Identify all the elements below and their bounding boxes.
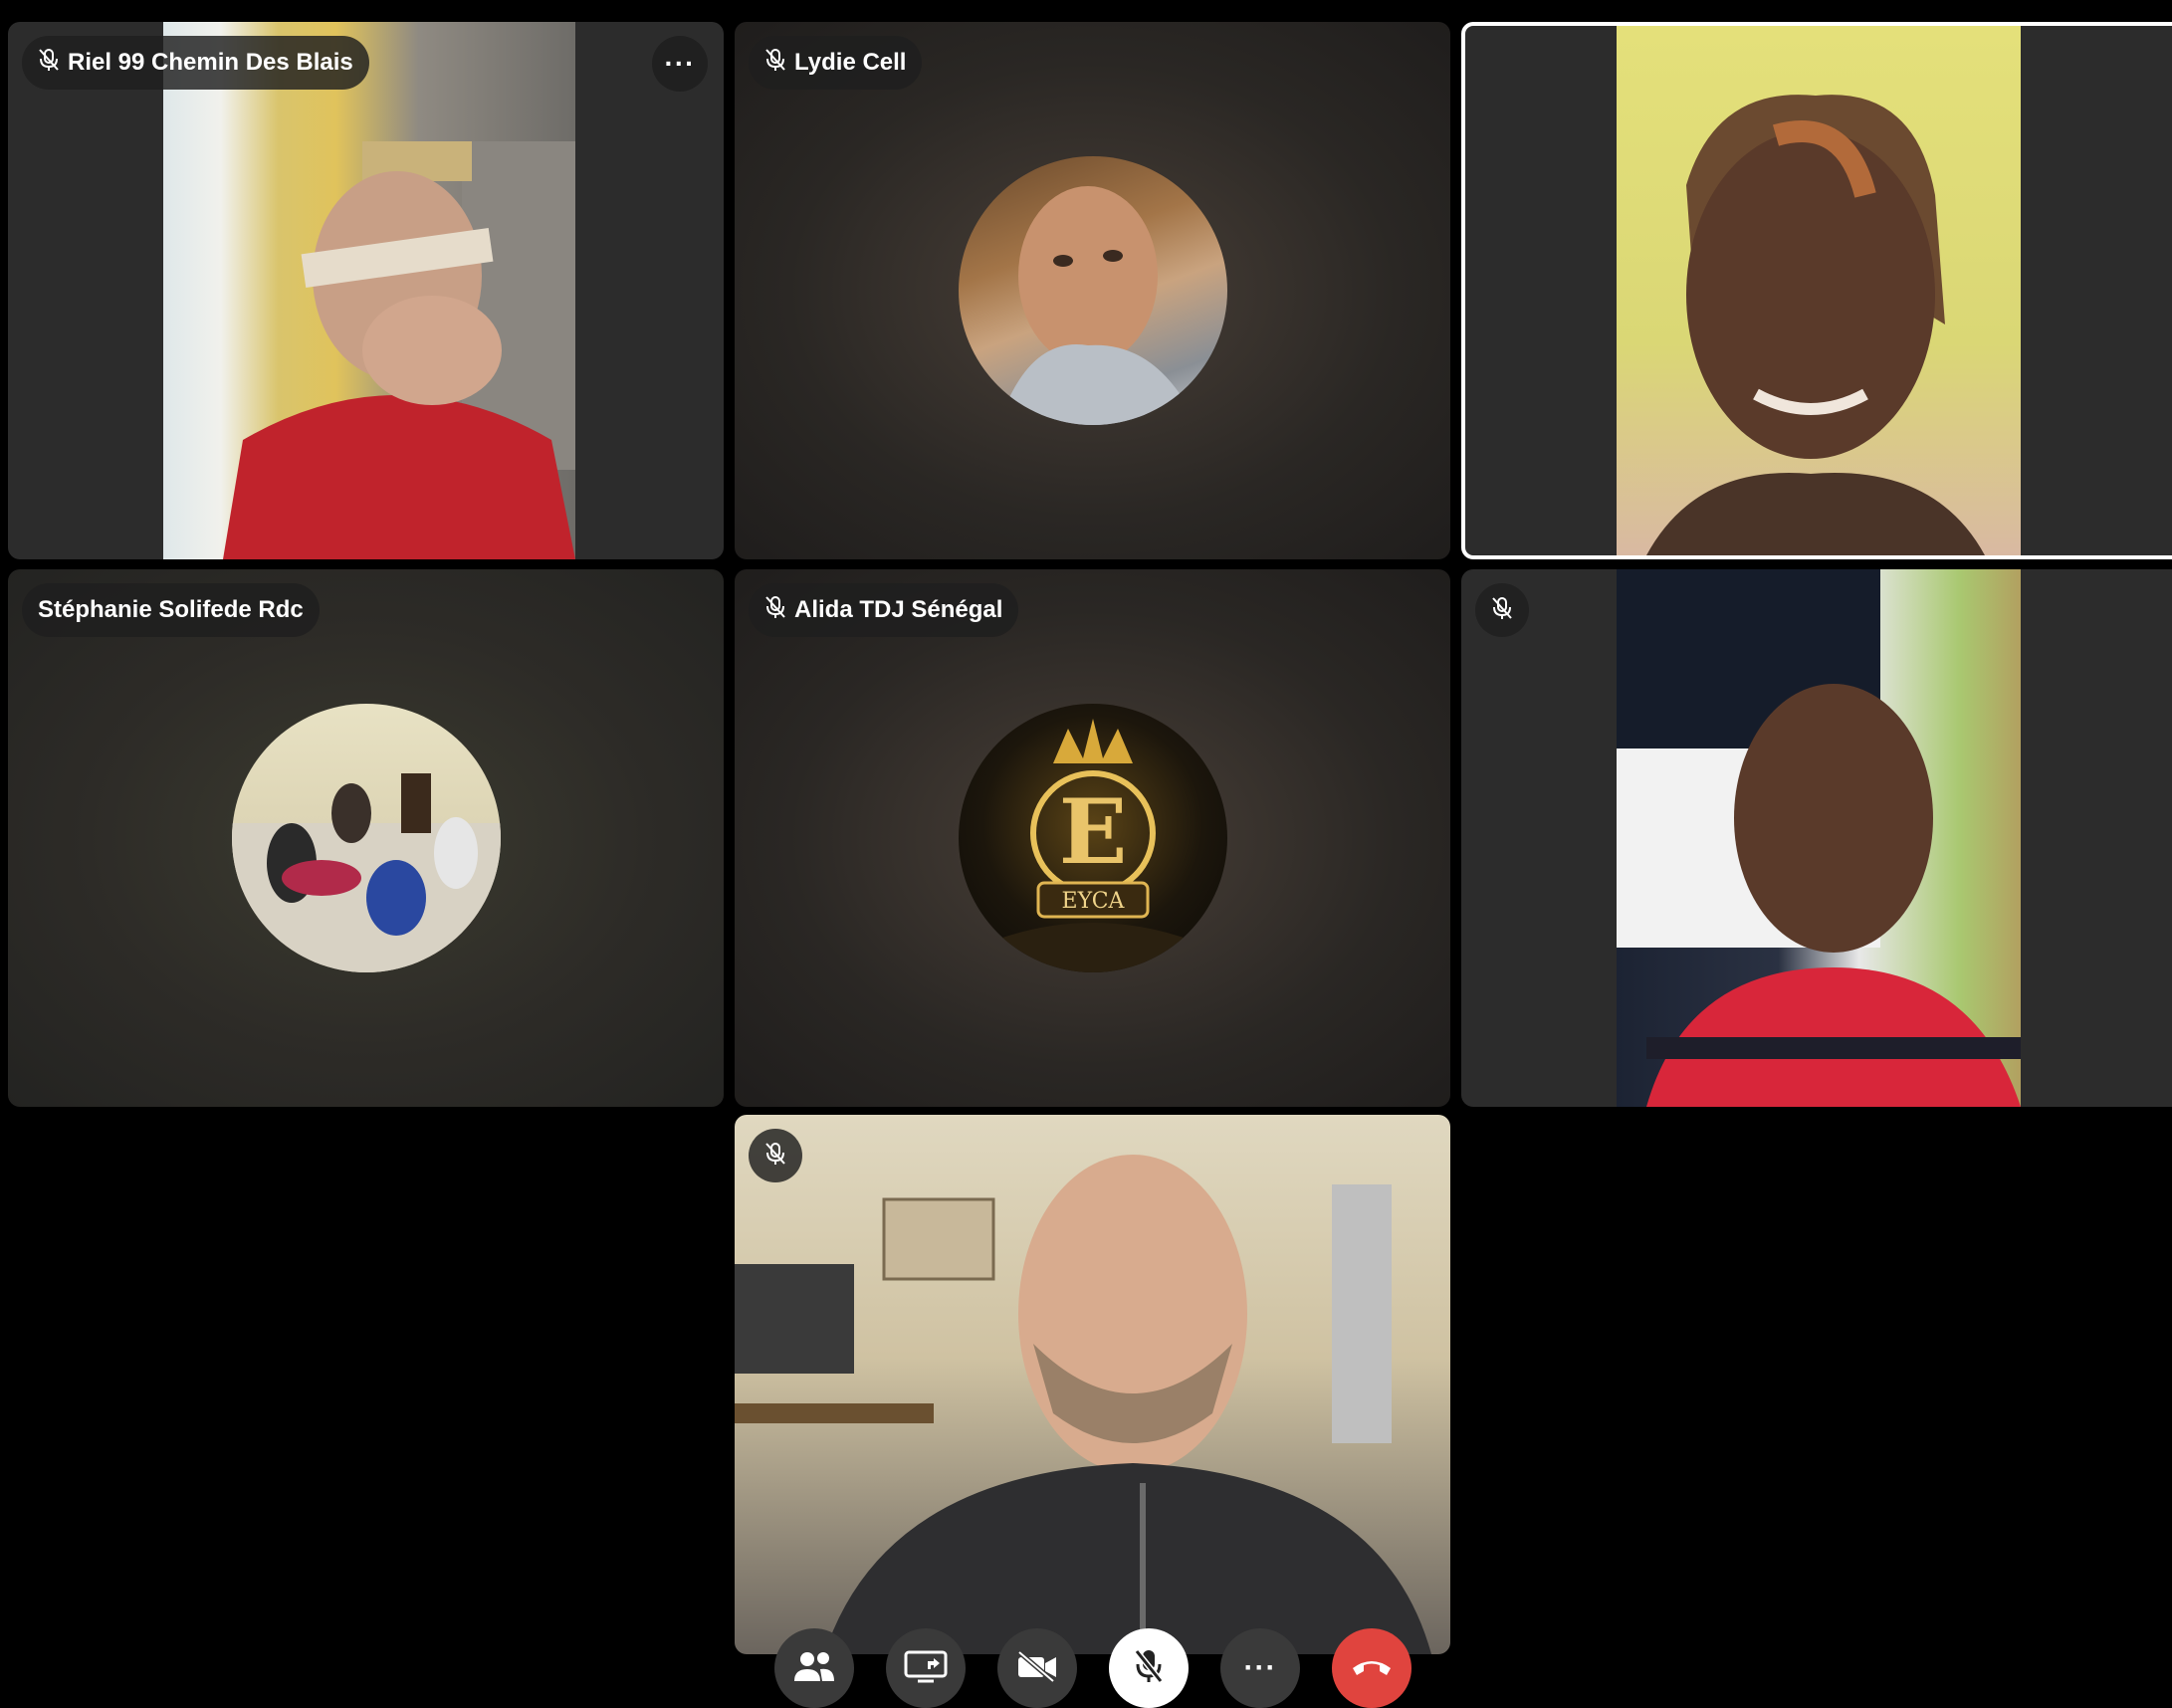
mic-off-icon	[1491, 596, 1513, 625]
mic-off-icon	[38, 48, 60, 79]
mic-off-icon	[1134, 1648, 1164, 1689]
people-icon	[792, 1649, 836, 1688]
participant-avatar	[231, 704, 501, 972]
participant-avatar	[958, 156, 1227, 425]
participant-video	[163, 22, 575, 559]
mic-off-indicator	[749, 1129, 802, 1182]
participant-name-pill: Riel 99 Chemin Des Blais	[22, 36, 369, 90]
mic-off-icon	[764, 48, 786, 79]
participant-tile-lydie[interactable]: Lydie Cell	[735, 22, 1450, 559]
participant-tile-riel[interactable]: Riel 99 Chemin Des Blais ···	[8, 22, 724, 559]
participant-tile-stephanie[interactable]: Stéphanie Solifede Rdc	[8, 569, 724, 1107]
more-options-button[interactable]: ···	[1220, 1628, 1300, 1708]
more-icon: ···	[664, 48, 696, 79]
participant-name-pill: Lydie Cell	[749, 36, 923, 90]
camera-toggle-button[interactable]	[997, 1628, 1077, 1708]
participant-avatar: E EYCA	[958, 704, 1227, 972]
participant-tile-alida[interactable]: E EYCA Alida TDJ Sénégal	[735, 569, 1450, 1107]
camera-off-icon	[1015, 1649, 1059, 1688]
participant-name: Riel 99 Chemin Des Blais	[68, 49, 353, 76]
participant-name: Alida TDJ Sénégal	[794, 596, 1003, 623]
participant-video	[1617, 569, 2021, 1107]
participant-tile-active-speaker[interactable]	[1461, 22, 2172, 559]
self-video	[735, 1115, 1450, 1654]
self-view-tile[interactable]	[735, 1115, 1450, 1654]
call-controls-toolbar: ···	[774, 1628, 1412, 1708]
participant-name-pill: Stéphanie Solifede Rdc	[22, 583, 320, 637]
more-icon: ···	[1243, 1651, 1277, 1684]
mic-off-icon	[764, 1142, 786, 1171]
participant-name: Lydie Cell	[794, 49, 907, 76]
mic-off-indicator	[1475, 583, 1529, 637]
hang-up-icon	[1350, 1654, 1394, 1683]
participant-name-pill: Alida TDJ Sénégal	[749, 583, 1019, 637]
participant-tile-muted[interactable]	[1461, 569, 2172, 1107]
participants-button[interactable]	[774, 1628, 854, 1708]
logo-letter: E	[1058, 779, 1127, 885]
share-screen-icon	[904, 1649, 948, 1688]
tile-more-options-button[interactable]: ···	[652, 36, 708, 92]
participant-name: Stéphanie Solifede Rdc	[38, 596, 304, 623]
logo-text: EYCA	[1061, 889, 1125, 914]
end-call-button[interactable]	[1332, 1628, 1412, 1708]
mic-off-icon	[764, 595, 786, 626]
share-screen-button[interactable]	[886, 1628, 966, 1708]
microphone-toggle-button[interactable]	[1109, 1628, 1189, 1708]
participant-video	[1617, 26, 2021, 555]
